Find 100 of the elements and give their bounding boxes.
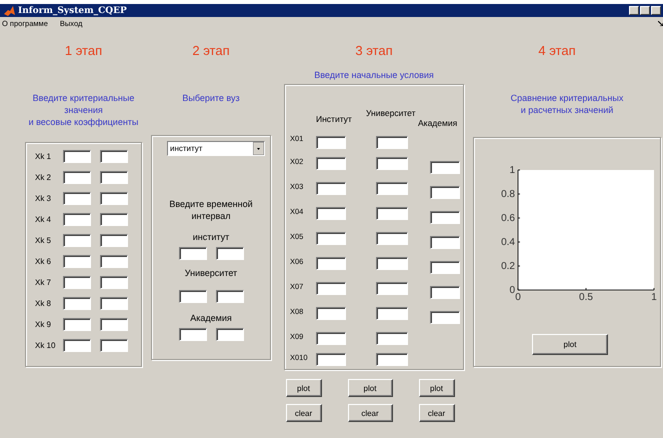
- input-field[interactable]: [316, 257, 346, 270]
- input-field[interactable]: [63, 339, 91, 352]
- input-field[interactable]: [100, 297, 128, 310]
- input-field[interactable]: [376, 257, 408, 270]
- group-label: Университет: [184, 268, 238, 278]
- input-field[interactable]: [376, 182, 408, 195]
- input-field[interactable]: [100, 255, 128, 268]
- input-field[interactable]: [63, 255, 91, 268]
- input-field[interactable]: [316, 182, 346, 195]
- input-field[interactable]: [316, 282, 346, 295]
- tick-label: 0: [509, 285, 515, 296]
- input-field[interactable]: [316, 232, 346, 245]
- input-field[interactable]: [63, 171, 91, 184]
- input-field[interactable]: [178, 328, 206, 341]
- group-label: Академия: [190, 313, 232, 323]
- input-field[interactable]: [430, 186, 460, 199]
- row-label: Xk 6: [35, 257, 52, 266]
- input-field[interactable]: [376, 353, 408, 366]
- input-field[interactable]: [376, 157, 408, 170]
- tick-label: 0.8: [501, 189, 515, 200]
- clear-button[interactable]: clear: [348, 404, 392, 422]
- clear-button[interactable]: clear: [286, 404, 322, 422]
- input-field[interactable]: [100, 318, 128, 331]
- arrow-icon[interactable]: [658, 20, 663, 26]
- stage-title: 3 этап: [355, 43, 393, 58]
- input-field[interactable]: [376, 307, 408, 320]
- row-label: Xk 7: [35, 278, 52, 287]
- tick-label: 0.4: [501, 237, 515, 248]
- row-label: Xk 5: [35, 236, 52, 245]
- instruction-text: Введите критериальные значения и весовые коэффициенты: [28, 92, 138, 128]
- tick-label: 0.5: [579, 292, 593, 303]
- input-field[interactable]: [316, 207, 346, 220]
- input-field[interactable]: [100, 234, 128, 247]
- input-field[interactable]: [63, 297, 91, 310]
- clear-button[interactable]: clear: [418, 404, 454, 422]
- input-field[interactable]: [376, 207, 408, 220]
- input-field[interactable]: [430, 286, 460, 299]
- input-field[interactable]: [100, 192, 128, 205]
- input-field[interactable]: [316, 332, 346, 345]
- input-field[interactable]: [316, 353, 346, 366]
- maximize-button[interactable]: [640, 6, 650, 15]
- input-field[interactable]: [100, 171, 128, 184]
- tick-label: 0.2: [501, 261, 515, 272]
- input-field[interactable]: [216, 247, 244, 260]
- input-field[interactable]: [430, 161, 460, 174]
- input-field[interactable]: [63, 192, 91, 205]
- input-field[interactable]: [430, 211, 460, 224]
- row-label: Xk 1: [35, 152, 52, 161]
- window-title: Inform_System_CQEP: [18, 6, 128, 16]
- row-label: Xk 3: [35, 194, 52, 203]
- input-field[interactable]: [316, 307, 346, 320]
- instruction-text: Выберите вуз: [182, 92, 240, 104]
- caret-icon[interactable]: [253, 142, 264, 155]
- input-field[interactable]: [63, 318, 91, 331]
- column-header: Институт: [316, 114, 353, 126]
- input-field[interactable]: [316, 157, 346, 170]
- row-label: Xk 4: [35, 215, 52, 224]
- input-field[interactable]: [316, 136, 346, 149]
- instruction-text: Сравнение критериальных и расчетных значений: [510, 92, 624, 116]
- input-field[interactable]: [178, 290, 206, 303]
- input-field[interactable]: [63, 234, 91, 247]
- minimize-button[interactable]: [629, 6, 639, 15]
- input-field[interactable]: [430, 311, 460, 324]
- input-field[interactable]: [100, 150, 128, 163]
- tick-label: 1: [651, 292, 657, 303]
- stage-title: 1 этап: [64, 43, 102, 58]
- plot-button[interactable]: plot: [348, 379, 392, 397]
- input-field[interactable]: [63, 276, 91, 289]
- input-field[interactable]: [430, 236, 460, 249]
- tick-label: 1: [509, 165, 515, 176]
- stage-title: 4 этап: [538, 43, 576, 58]
- plot-button[interactable]: plot: [418, 379, 454, 397]
- stage-title: 2 этап: [192, 43, 230, 58]
- input-field[interactable]: [100, 213, 128, 226]
- input-field[interactable]: [376, 332, 408, 345]
- row-label: Xk 2: [35, 173, 52, 182]
- column-header: Университет: [366, 108, 416, 120]
- row-label: Xk 9: [35, 320, 52, 329]
- plot-button[interactable]: plot: [286, 379, 322, 397]
- plot-button[interactable]: plot: [532, 334, 608, 355]
- app-icon: [4, 6, 15, 16]
- row-label: Xk 10: [35, 341, 56, 350]
- interval-title: Введите временной интервал: [169, 198, 253, 222]
- tick-label: 0: [515, 292, 521, 303]
- input-field[interactable]: [216, 328, 244, 341]
- input-field[interactable]: [63, 150, 91, 163]
- input-field[interactable]: [100, 339, 128, 352]
- close-button[interactable]: [651, 6, 661, 15]
- input-field[interactable]: [100, 276, 128, 289]
- input-field[interactable]: [376, 136, 408, 149]
- input-field[interactable]: [376, 232, 408, 245]
- tick-label: 0.6: [501, 213, 515, 224]
- instruction-text: Введите начальные условия: [314, 69, 434, 81]
- column-header: Академия: [418, 118, 458, 128]
- input-field[interactable]: [216, 290, 244, 303]
- input-field[interactable]: [178, 247, 206, 260]
- dropdown[interactable]: институт: [167, 141, 265, 156]
- input-field[interactable]: [430, 261, 460, 274]
- input-field[interactable]: [63, 213, 91, 226]
- input-field[interactable]: [376, 282, 408, 295]
